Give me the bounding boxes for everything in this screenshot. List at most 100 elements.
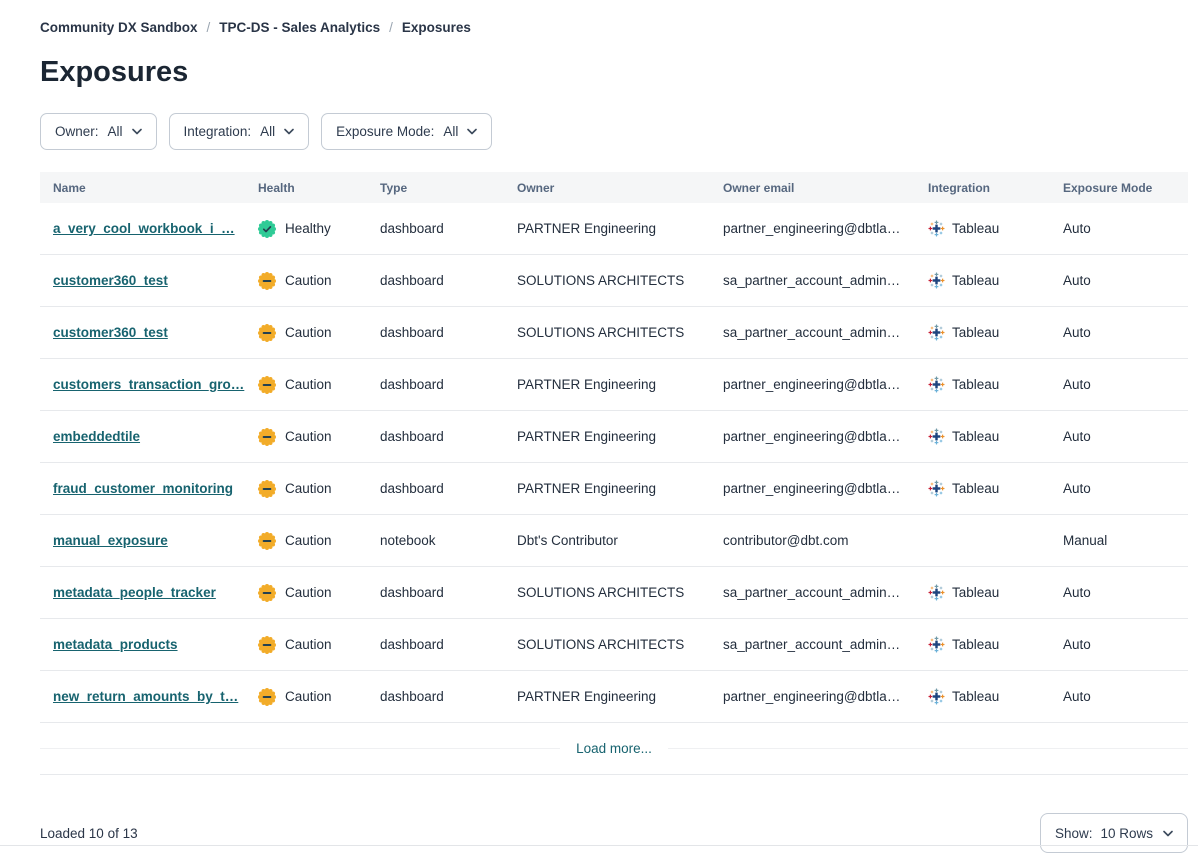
integration-cell: Tableau <box>928 688 1063 705</box>
type-cell: dashboard <box>380 273 517 288</box>
owner-filter-button[interactable]: Owner: All <box>40 113 157 150</box>
owner-email-cell: partner_engineering@dbtla… <box>723 689 928 704</box>
divider <box>668 748 1188 749</box>
integration-filter-button[interactable]: Integration: All <box>169 113 310 150</box>
integration-label: Tableau <box>952 689 999 704</box>
filter-value: All <box>443 124 458 139</box>
exposure-mode-cell: Auto <box>1063 273 1188 288</box>
chevron-down-icon <box>132 128 142 135</box>
exposure-name-link[interactable]: manual_exposure <box>53 533 168 548</box>
type-cell: dashboard <box>380 585 517 600</box>
show-label: Show: <box>1055 826 1093 841</box>
table-body: a_very_cool_workbook_i_… Healthy d <box>40 203 1188 723</box>
health-status-icon <box>258 220 276 238</box>
integration-cell: Tableau <box>928 584 1063 601</box>
tableau-icon <box>928 324 945 341</box>
type-cell: dashboard <box>380 221 517 236</box>
owner-email-cell: sa_partner_account_admin… <box>723 585 928 600</box>
breadcrumb-separator: / <box>207 20 211 35</box>
health-label: Caution <box>285 689 332 704</box>
filter-label: Owner: <box>55 124 99 139</box>
health-status-icon <box>258 584 276 602</box>
exposure-mode-cell: Auto <box>1063 429 1188 444</box>
health-label: Caution <box>285 481 332 496</box>
health-label: Caution <box>285 273 332 288</box>
exposure-mode-cell: Auto <box>1063 689 1188 704</box>
health-label: Caution <box>285 585 332 600</box>
tableau-icon <box>928 220 945 237</box>
column-header-exposure-mode: Exposure Mode <box>1063 181 1188 195</box>
exposure-name-link[interactable]: customers_transaction_gro… <box>53 377 244 392</box>
table-row: fraud_customer_monitoring Caution <box>40 463 1188 515</box>
column-header-name: Name <box>53 181 258 195</box>
owner-cell: Dbt's Contributor <box>517 533 723 548</box>
table-row: manual_exposure Caution notebook <box>40 515 1188 567</box>
loaded-count-text: Loaded 10 of 13 <box>40 826 138 841</box>
type-cell: dashboard <box>380 325 517 340</box>
table-row: metadata_products Caution dashboar <box>40 619 1188 671</box>
table-row: metadata_people_tracker Caution da <box>40 567 1188 619</box>
health-label: Caution <box>285 533 332 548</box>
exposure-mode-filter-button[interactable]: Exposure Mode: All <box>321 113 492 150</box>
exposure-name-link[interactable]: embeddedtile <box>53 429 140 444</box>
tableau-icon <box>928 428 945 445</box>
health-label: Healthy <box>285 221 331 236</box>
owner-cell: PARTNER Engineering <box>517 481 723 496</box>
table-row: a_very_cool_workbook_i_… Healthy d <box>40 203 1188 255</box>
exposure-name-link[interactable]: metadata_people_tracker <box>53 585 216 600</box>
exposure-mode-cell: Auto <box>1063 637 1188 652</box>
breadcrumb-separator: / <box>389 20 393 35</box>
owner-email-cell: sa_partner_account_admin… <box>723 325 928 340</box>
column-header-owner: Owner <box>517 181 723 195</box>
show-rows-button[interactable]: Show: 10 Rows <box>1040 813 1188 853</box>
owner-email-cell: sa_partner_account_admin… <box>723 273 928 288</box>
integration-cell: Tableau <box>928 272 1063 289</box>
integration-cell: Tableau <box>928 376 1063 393</box>
filter-label: Integration: <box>184 124 252 139</box>
breadcrumb-project-link[interactable]: TPC-DS - Sales Analytics <box>219 20 380 35</box>
health-label: Caution <box>285 377 332 392</box>
column-header-type: Type <box>380 181 517 195</box>
type-cell: dashboard <box>380 377 517 392</box>
health-label: Caution <box>285 325 332 340</box>
page-title: Exposures <box>40 56 1188 89</box>
exposure-name-link[interactable]: fraud_customer_monitoring <box>53 481 233 496</box>
owner-email-cell: partner_engineering@dbtla… <box>723 429 928 444</box>
exposures-page: Community DX Sandbox / TPC-DS - Sales An… <box>0 0 1198 853</box>
type-cell: notebook <box>380 533 517 548</box>
filter-label: Exposure Mode: <box>336 124 434 139</box>
exposure-name-link[interactable]: new_return_amounts_by_t… <box>53 689 238 704</box>
health-status-icon <box>258 688 276 706</box>
divider <box>40 748 560 749</box>
integration-label: Tableau <box>952 377 999 392</box>
health-status-icon <box>258 428 276 446</box>
tableau-icon <box>928 636 945 653</box>
tableau-icon <box>928 584 945 601</box>
table-row: customer360_test Caution dashboard <box>40 255 1188 307</box>
exposure-mode-cell: Auto <box>1063 481 1188 496</box>
integration-label: Tableau <box>952 221 999 236</box>
load-more-link[interactable]: Load more... <box>560 741 668 756</box>
integration-label: Tableau <box>952 585 999 600</box>
integration-cell: Tableau <box>928 480 1063 497</box>
exposure-name-link[interactable]: customer360_test <box>53 273 168 288</box>
owner-cell: SOLUTIONS ARCHITECTS <box>517 273 723 288</box>
show-value: 10 Rows <box>1100 826 1153 841</box>
owner-cell: PARTNER Engineering <box>517 377 723 392</box>
integration-cell: Tableau <box>928 428 1063 445</box>
tableau-icon <box>928 688 945 705</box>
exposure-name-link[interactable]: metadata_products <box>53 637 178 652</box>
breadcrumb-account-link[interactable]: Community DX Sandbox <box>40 20 198 35</box>
type-cell: dashboard <box>380 481 517 496</box>
owner-email-cell: contributor@dbt.com <box>723 533 928 548</box>
integration-cell: Tableau <box>928 220 1063 237</box>
filter-bar: Owner: All Integration: All Exposure Mod… <box>40 113 1188 150</box>
exposure-name-link[interactable]: a_very_cool_workbook_i_… <box>53 221 235 236</box>
exposure-name-link[interactable]: customer360_test <box>53 325 168 340</box>
integration-label: Tableau <box>952 481 999 496</box>
integration-label: Tableau <box>952 637 999 652</box>
integration-label: Tableau <box>952 429 999 444</box>
exposure-mode-cell: Auto <box>1063 221 1188 236</box>
tableau-icon <box>928 272 945 289</box>
health-status-icon <box>258 636 276 654</box>
